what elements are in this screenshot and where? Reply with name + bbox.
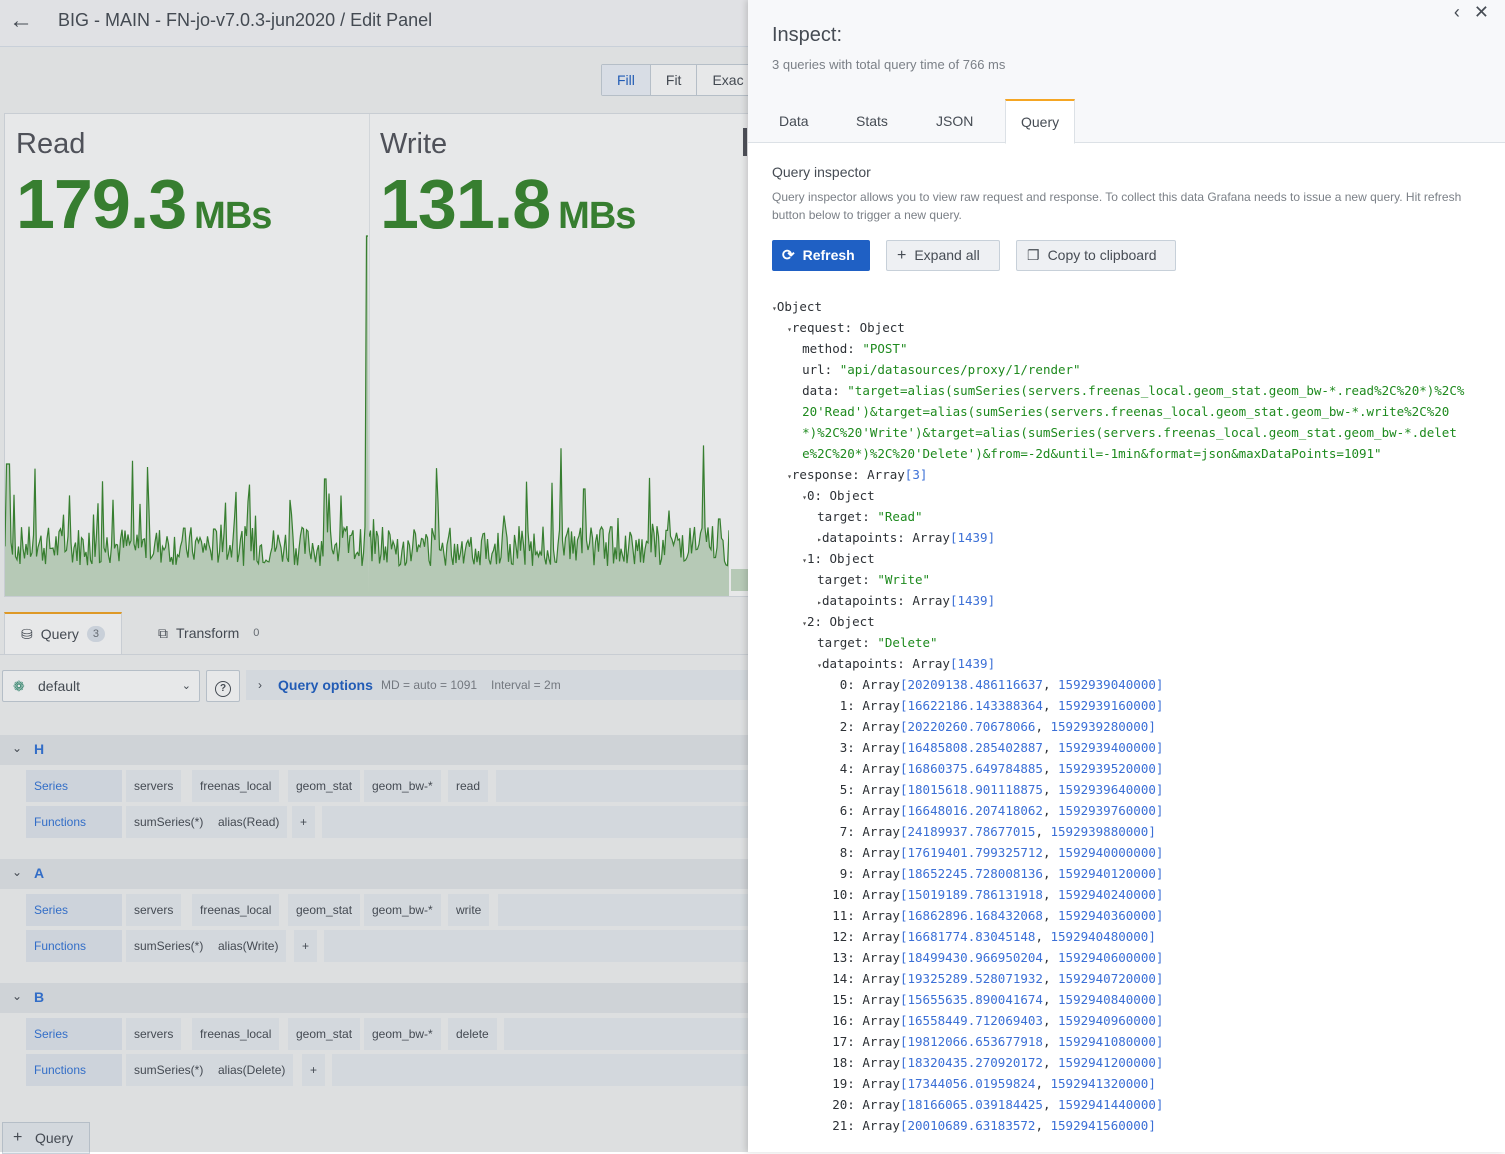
json-datapoint-row: 16: Array[16558449.712069403, 1592940960… [832, 1013, 1164, 1028]
chevron-left-icon[interactable]: ‹ [1454, 2, 1460, 23]
json-datapoint-row: 2: Array[20220260.70678066, 159293928000… [839, 719, 1156, 734]
json-datapoint-row: 0: Array[20209138.486116637, 15929390400… [839, 677, 1164, 692]
json-data-line: e%2C%20*)%2C%20'Delete')&from=-2d&until=… [802, 446, 1382, 461]
json-datapoints: ▸datapoints: Array[1439] [817, 530, 996, 545]
json-datapoints: ▸datapoints: Array[1439] [817, 593, 996, 608]
json-datapoint-row: 18: Array[18320435.270920172, 1592941200… [832, 1055, 1164, 1070]
drawer-controls: ‹ ✕ [1454, 2, 1489, 23]
drawer-header: Inspect: 3 queries with total query time… [748, 0, 1505, 144]
json-request: ▾request: Object [787, 320, 905, 335]
refresh-button[interactable]: ⟳ Refresh [772, 240, 870, 271]
json-tree: ▾Object ▾request: Object method: "POST" … [772, 296, 1464, 1136]
json-datapoint-row: 14: Array[19325289.528071932, 1592940720… [832, 971, 1164, 986]
drawer-title: Inspect: [772, 24, 843, 46]
json-datapoint-row: 11: Array[16862896.168432068, 1592940360… [832, 908, 1164, 923]
json-datapoints: ▾datapoints: Array[1439] [817, 656, 996, 671]
tab-data[interactable]: Data [764, 100, 824, 142]
json-datapoint-row: 3: Array[16485808.285402887, 15929394000… [839, 740, 1164, 755]
tab-json[interactable]: JSON [921, 100, 988, 142]
json-datapoint-row: 15: Array[15655635.890041674, 1592940840… [832, 992, 1164, 1007]
json-datapoint-row: 8: Array[17619401.799325712, 15929400000… [839, 845, 1164, 860]
json-item: ▾2: Object [802, 614, 875, 629]
json-datapoint-row: 19: Array[17344056.01959824, 15929413200… [832, 1076, 1156, 1091]
json-data-line: *)%2C%20'Write')&target=alias(sumSeries(… [802, 425, 1457, 440]
close-icon[interactable]: ✕ [1474, 2, 1489, 23]
tab-query-inspector[interactable]: Query [1005, 99, 1076, 144]
json-response: ▾response: Array[3] [787, 467, 928, 482]
json-datapoint-row: 7: Array[24189937.78677015, 159293988000… [839, 824, 1156, 839]
plus-icon: + [897, 247, 907, 264]
json-target: target: "Delete" [817, 635, 938, 650]
json-datapoint-row: 4: Array[16860375.649784885, 15929395200… [839, 761, 1164, 776]
tab-stats[interactable]: Stats [841, 100, 903, 142]
json-item: ▾0: Object [802, 488, 875, 503]
drawer-subtitle: 3 queries with total query time of 766 m… [772, 57, 1006, 72]
section-description: Query inspector allows you to view raw r… [772, 190, 1462, 222]
json-datapoint-row: 17: Array[19812066.653677918, 1592941080… [832, 1034, 1164, 1049]
editor-dim-overlay [0, 0, 748, 1152]
expand-all-button[interactable]: + Expand all [886, 240, 1000, 271]
copy-icon: ❐ [1027, 247, 1040, 263]
json-datapoint-row: 6: Array[16648016.207418062, 15929397600… [839, 803, 1164, 818]
json-datapoint-row: 1: Array[16622186.143388364, 15929391600… [839, 698, 1164, 713]
json-root: ▾Object [772, 299, 822, 314]
json-datapoint-row: 10: Array[15019189.786131918, 1592940240… [832, 887, 1164, 902]
json-datapoint-row: 12: Array[16681774.83045148, 15929404800… [832, 929, 1156, 944]
json-method: method: "POST" [802, 341, 908, 356]
json-target: target: "Read" [817, 509, 923, 524]
json-datapoint-row: 9: Array[18652245.728008136, 15929401200… [839, 866, 1164, 881]
json-datapoint-row: 5: Array[18015618.901118875, 15929396400… [839, 782, 1164, 797]
inspect-drawer: Inspect: 3 queries with total query time… [748, 0, 1505, 1152]
json-url: url: "api/datasources/proxy/1/render" [802, 362, 1081, 377]
json-datapoint-row: 21: Array[20010689.63183572, 15929415600… [832, 1118, 1156, 1133]
json-data-line: 20'Read')&target=alias(sumSeries(servers… [802, 404, 1450, 419]
json-data-line: data: "target=alias(sumSeries(servers.fr… [802, 383, 1465, 398]
section-title: Query inspector [772, 164, 871, 180]
refresh-icon: ⟳ [782, 247, 795, 264]
json-datapoint-row: 20: Array[18166065.039184425, 1592941440… [832, 1097, 1164, 1112]
json-item: ▾1: Object [802, 551, 875, 566]
json-target: target: "Write" [817, 572, 931, 587]
json-datapoint-row: 13: Array[18499430.966950204, 1592940600… [832, 950, 1164, 965]
copy-clipboard-button[interactable]: ❐ Copy to clipboard [1016, 240, 1176, 271]
